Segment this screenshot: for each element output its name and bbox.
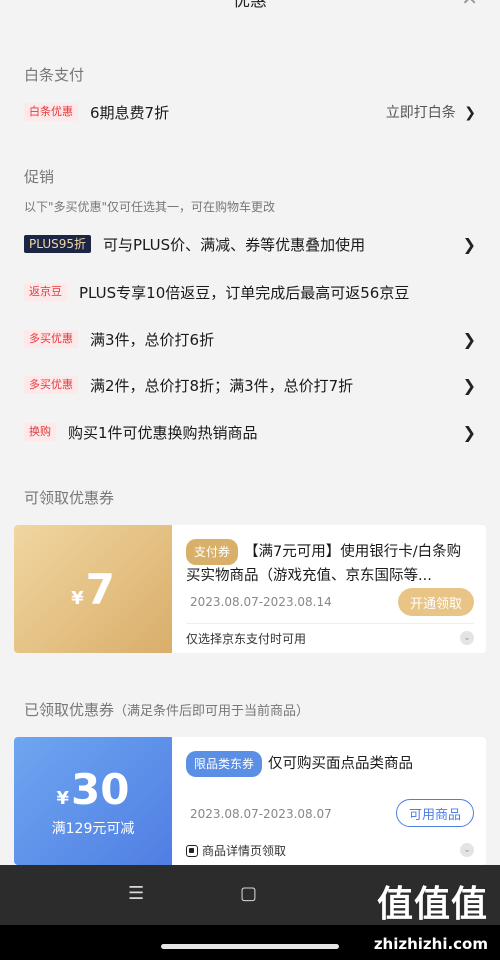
chevron-down-icon[interactable]: ⌄ <box>460 843 474 857</box>
coupon-sheet: 优惠 ✕ 白条支付 白条优惠 6期息费7折 立即打白条 ❯ 促销 以下"多买优惠… <box>0 0 500 865</box>
coupon-type-tag: 限品类东券 <box>186 751 263 777</box>
claimed-section-title: 已领取优惠券（满足条件后即可用于当前商品） <box>24 699 309 720</box>
chevron-right-icon: ❯ <box>464 105 476 121</box>
coupon-title: 支付券 【满7元可用】使用银行卡/白条购买实物商品（游戏充值、京东国际等... <box>186 539 474 587</box>
coupon-footer: 商品详情页领取 <box>186 842 286 859</box>
baitiao-action-label: 立即打白条 <box>385 105 456 121</box>
coupon-footer-text: 商品详情页领取 <box>202 844 287 858</box>
baitiao-section-title: 白条支付 <box>24 66 85 84</box>
promo-text: 购买1件可优惠换购热销商品 <box>68 423 258 442</box>
promo-row-exchange[interactable]: 换购 购买1件可优惠换购热销商品 ❯ <box>24 419 476 445</box>
amount-value: 7 <box>85 564 115 614</box>
baitiao-action[interactable]: 立即打白条 ❯ <box>386 102 476 122</box>
promo-text: PLUS专享10倍返豆，订单完成后最高可返56京豆 <box>79 283 410 302</box>
coupon-info: 限品类东券 仅可购买面点品类商品 <box>186 751 474 777</box>
multibuy-tag: 多买优惠 <box>24 376 78 394</box>
baitiao-row[interactable]: 白条优惠 6期息费7折 立即打白条 ❯ <box>24 99 476 125</box>
jingdou-tag: 返京豆 <box>24 283 67 301</box>
coupon-amount: ¥7 <box>71 565 115 614</box>
coupon-amount-panel: ¥30 满129元可减 <box>14 737 172 865</box>
system-navbar: ☰ ▢ 值值值 zhizhizhi.com <box>0 865 500 960</box>
sheet-title: 优惠 <box>233 0 267 11</box>
claimed-title-text: 已领取优惠券 <box>24 701 115 719</box>
baitiao-text: 6期息费7折 <box>90 103 170 122</box>
coupon-date: 2023.08.07-2023.08.14 <box>190 595 332 609</box>
claim-button[interactable]: 开通领取 <box>397 588 474 616</box>
promo-text: 满2件，总价打8折；满3件，总价打7折 <box>90 376 354 395</box>
promo-text: 满3件，总价打6折 <box>90 330 215 349</box>
amount-value: 30 <box>71 764 130 814</box>
close-icon[interactable]: ✕ <box>461 0 478 10</box>
coupon-title-text: 仅可购买面点品类商品 <box>268 756 414 772</box>
plus-discount-tag: PLUS95折 <box>24 235 91 253</box>
coupon-title: 限品类东券 仅可购买面点品类商品 <box>186 751 474 777</box>
claimed-coupon: ¥30 满129元可减 限品类东券 仅可购买面点品类商品 2023.08.07-2… <box>14 737 486 865</box>
coupon-amount-panel: ¥7 <box>14 525 172 653</box>
claimable-coupon: ¥7 支付券 【满7元可用】使用银行卡/白条购买实物商品（游戏充值、京东国际等..… <box>14 525 486 653</box>
currency-symbol: ¥ <box>71 587 84 609</box>
chevron-right-icon: ❯ <box>462 422 476 442</box>
menu-icon[interactable]: ☰ <box>128 883 144 904</box>
coupon-amount: ¥30 <box>57 765 130 814</box>
store-icon <box>186 844 198 857</box>
promo-row-plus[interactable]: PLUS95折 可与PLUS价、满减、券等优惠叠加使用 ❯ <box>24 231 476 257</box>
watermark-url: zhizhizhi.com <box>373 935 488 953</box>
claimable-section-title: 可领取优惠券 <box>24 489 115 507</box>
chevron-down-icon[interactable]: ⌄ <box>460 631 474 645</box>
multibuy-tag: 多买优惠 <box>24 330 78 348</box>
coupon-type-tag: 支付券 <box>186 539 239 565</box>
promo-row-multibuy-2[interactable]: 多买优惠 满2件，总价打8折；满3件，总价打7折 ❯ <box>24 372 476 398</box>
promo-row-jingdou: 返京豆 PLUS专享10倍返豆，订单完成后最高可返56京豆 <box>24 279 476 305</box>
chevron-right-icon: ❯ <box>462 329 476 349</box>
promo-section-title: 促销 <box>24 168 55 186</box>
currency-symbol: ¥ <box>56 787 70 809</box>
home-icon[interactable]: ▢ <box>240 883 257 904</box>
promo-note: 以下"多买优惠"仅可任选其一，可在购物车更改 <box>24 200 276 214</box>
coupon-date: 2023.08.07-2023.08.07 <box>190 807 332 821</box>
watermark-logo: 值值值 <box>376 884 488 925</box>
exchange-tag: 换购 <box>24 423 56 441</box>
chevron-right-icon: ❯ <box>462 234 476 254</box>
claimed-note: （满足条件后即可用于当前商品） <box>114 704 310 719</box>
coupon-info: 支付券 【满7元可用】使用银行卡/白条购买实物商品（游戏充值、京东国际等... <box>186 539 474 587</box>
coupon-footer: 仅选择京东支付时可用 <box>186 632 307 646</box>
promo-row-multibuy-1[interactable]: 多买优惠 满3件，总价打6折 ❯ <box>24 326 476 352</box>
available-products-button[interactable]: 可用商品 <box>395 799 474 827</box>
divider <box>186 623 474 624</box>
promo-text: 可与PLUS价、满减、券等优惠叠加使用 <box>103 235 366 254</box>
baitiao-tag: 白条优惠 <box>24 103 78 121</box>
home-indicator[interactable] <box>161 944 339 949</box>
chevron-right-icon: ❯ <box>462 375 476 395</box>
coupon-condition: 满129元可减 <box>51 820 135 837</box>
